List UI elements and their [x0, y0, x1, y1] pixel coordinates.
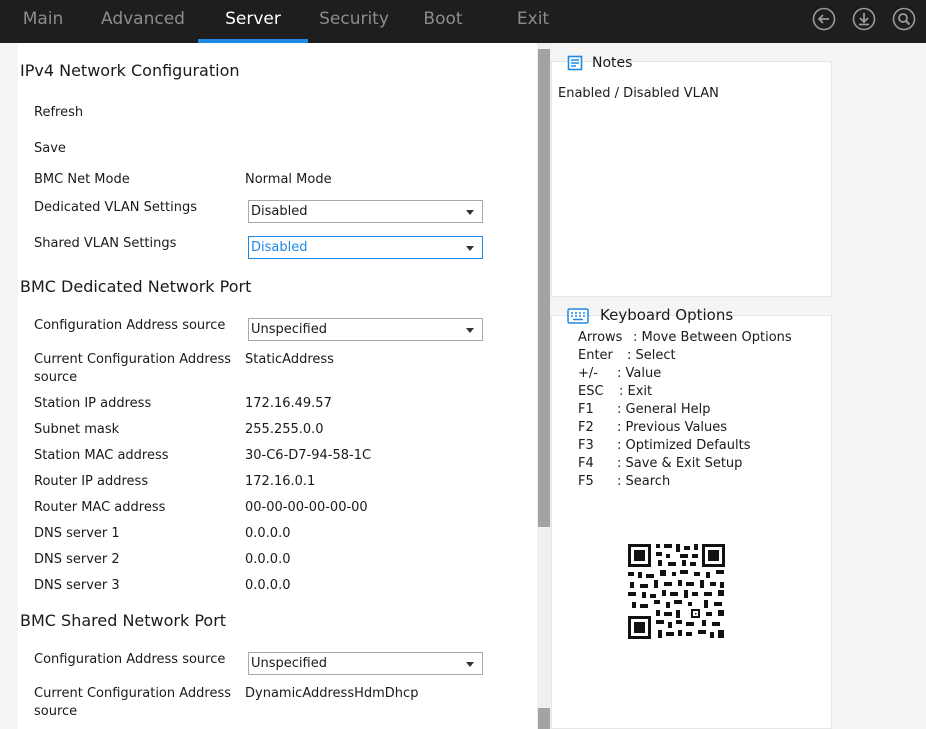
keyboard-key: ESC — [578, 384, 604, 399]
tab-advanced[interactable]: Advanced — [92, 0, 194, 43]
keyboard-option-row: F3: Optimized Defaults — [578, 438, 751, 453]
shared-vlan-select[interactable]: Disabled — [248, 236, 483, 259]
left-margin-strip — [0, 43, 18, 729]
dns2-value: 0.0.0.0 — [245, 552, 291, 567]
station-ip-value: 172.16.49.57 — [245, 396, 332, 411]
dedicated-current-source-value: StaticAddress — [245, 352, 334, 367]
tab-label: Exit — [516, 9, 550, 29]
section-title-shared: BMC Shared Network Port — [20, 611, 227, 630]
keyboard-desc: Save & Exit Setup — [625, 456, 743, 471]
dedicated-config-source-value: Unspecified — [251, 322, 327, 337]
keyboard-desc: Search — [625, 474, 671, 489]
keyboard-desc: Previous Values — [625, 420, 728, 435]
keyboard-key: F5 — [578, 474, 594, 489]
net-mode-value: Normal Mode — [245, 172, 332, 187]
keyboard-desc: General Help — [625, 402, 711, 417]
keyboard-desc: Exit — [627, 384, 653, 399]
notes-text: Enabled / Disabled VLAN — [558, 86, 719, 101]
notes-title: Notes — [592, 55, 633, 71]
tab-security[interactable]: Security — [308, 0, 400, 43]
dns3-value: 0.0.0.0 — [245, 578, 291, 593]
keyboard-option-row: Enter: Select — [578, 348, 676, 363]
router-mac-value: 00-00-00-00-00-00 — [245, 500, 368, 515]
keyboard-key: Enter — [578, 348, 613, 363]
keyboard-icon — [567, 308, 589, 324]
tab-main[interactable]: Main — [8, 0, 78, 43]
dedicated-config-source-select[interactable]: Unspecified — [248, 318, 483, 341]
dedicated-vlan-value: Disabled — [251, 204, 308, 219]
keyboard-desc: Move Between Options — [641, 330, 792, 345]
chevron-down-icon — [466, 246, 474, 251]
tab-label: Main — [22, 9, 64, 29]
keyboard-option-row: F1: General Help — [578, 402, 711, 417]
refresh-item[interactable]: Refresh — [34, 104, 239, 122]
station-mac-value: 30-C6-D7-94-58-1C — [245, 448, 372, 463]
shared-config-source-label: Configuration Address source — [34, 652, 226, 667]
keyboard-option-row: F4: Save & Exit Setup — [578, 456, 743, 471]
shared-vlan-label: Shared VLAN Settings — [34, 236, 177, 251]
shared-vlan-value: Disabled — [251, 240, 308, 255]
keyboard-options-title: Keyboard Options — [600, 306, 734, 324]
chevron-down-icon — [466, 210, 474, 215]
search-icon[interactable] — [892, 7, 916, 31]
keyboard-desc: Optimized Defaults — [625, 438, 751, 453]
scrollbar-thumb-lower[interactable] — [538, 708, 550, 729]
router-ip-value: 172.16.0.1 — [245, 474, 316, 489]
tab-exit[interactable]: Exit — [502, 0, 564, 43]
save-item[interactable]: Save — [34, 140, 239, 158]
dedicated-vlan-label: Dedicated VLAN Settings — [34, 200, 197, 215]
tab-label: Server — [225, 9, 281, 29]
subnet-mask-label: Subnet mask — [34, 422, 120, 437]
router-mac-label: Router MAC address — [34, 500, 166, 515]
shared-config-source-select[interactable]: Unspecified — [248, 652, 483, 675]
chevron-down-icon — [466, 328, 474, 333]
dns1-value: 0.0.0.0 — [245, 526, 291, 541]
station-ip-label: Station IP address — [34, 396, 152, 411]
keyboard-option-row: F5: Search — [578, 474, 671, 489]
keyboard-option-row: F2: Previous Values — [578, 420, 728, 435]
keyboard-key: F2 — [578, 420, 594, 435]
dns3-label: DNS server 3 — [34, 578, 120, 593]
shared-current-source-value: DynamicAddressHdmDhcp — [245, 686, 419, 701]
keyboard-key: F4 — [578, 456, 594, 471]
keyboard-desc: Select — [635, 348, 676, 363]
tab-label: Advanced — [101, 9, 185, 29]
keyboard-desc: Value — [625, 366, 662, 381]
dns1-label: DNS server 1 — [34, 526, 120, 541]
shared-config-source-value: Unspecified — [251, 656, 327, 671]
subnet-mask-value: 255.255.0.0 — [245, 422, 324, 437]
keyboard-key: Arrows — [578, 330, 623, 345]
section-title-ipv4: IPv4 Network Configuration — [20, 61, 240, 80]
top-menu-bar: Main Advanced Server Security Boot Exit — [0, 0, 926, 43]
keyboard-key: +/- — [578, 366, 598, 381]
scrollbar-thumb[interactable] — [538, 49, 550, 527]
chevron-down-icon — [466, 662, 474, 667]
router-ip-label: Router IP address — [34, 474, 149, 489]
notes-icon — [567, 55, 583, 71]
keyboard-option-row: ESC: Exit — [578, 384, 653, 399]
dedicated-config-source-label: Configuration Address source — [34, 318, 226, 333]
net-mode-label: BMC Net Mode — [34, 172, 130, 187]
tab-label: Security — [319, 9, 389, 29]
dedicated-vlan-select[interactable]: Disabled — [248, 200, 483, 223]
keyboard-option-row: Arrows: Move Between Options — [578, 330, 792, 345]
tab-boot[interactable]: Boot — [410, 0, 476, 43]
keyboard-option-row: +/-: Value — [578, 366, 662, 381]
back-arrow-icon[interactable] — [812, 7, 836, 31]
keyboard-key: F1 — [578, 402, 594, 417]
section-title-dedicated: BMC Dedicated Network Port — [20, 277, 252, 296]
settings-panel: IPv4 Network Configuration Refresh Save … — [0, 43, 537, 729]
dns2-label: DNS server 2 — [34, 552, 120, 567]
dedicated-current-source-label: Current Configuration Address source — [34, 352, 232, 385]
download-icon[interactable] — [852, 7, 876, 31]
shared-current-source-label: Current Configuration Address source — [34, 686, 232, 719]
qr-code-icon — [618, 530, 738, 650]
keyboard-key: F3 — [578, 438, 594, 453]
station-mac-label: Station MAC address — [34, 448, 169, 463]
tab-server[interactable]: Server — [198, 0, 308, 43]
tab-label: Boot — [423, 9, 463, 29]
